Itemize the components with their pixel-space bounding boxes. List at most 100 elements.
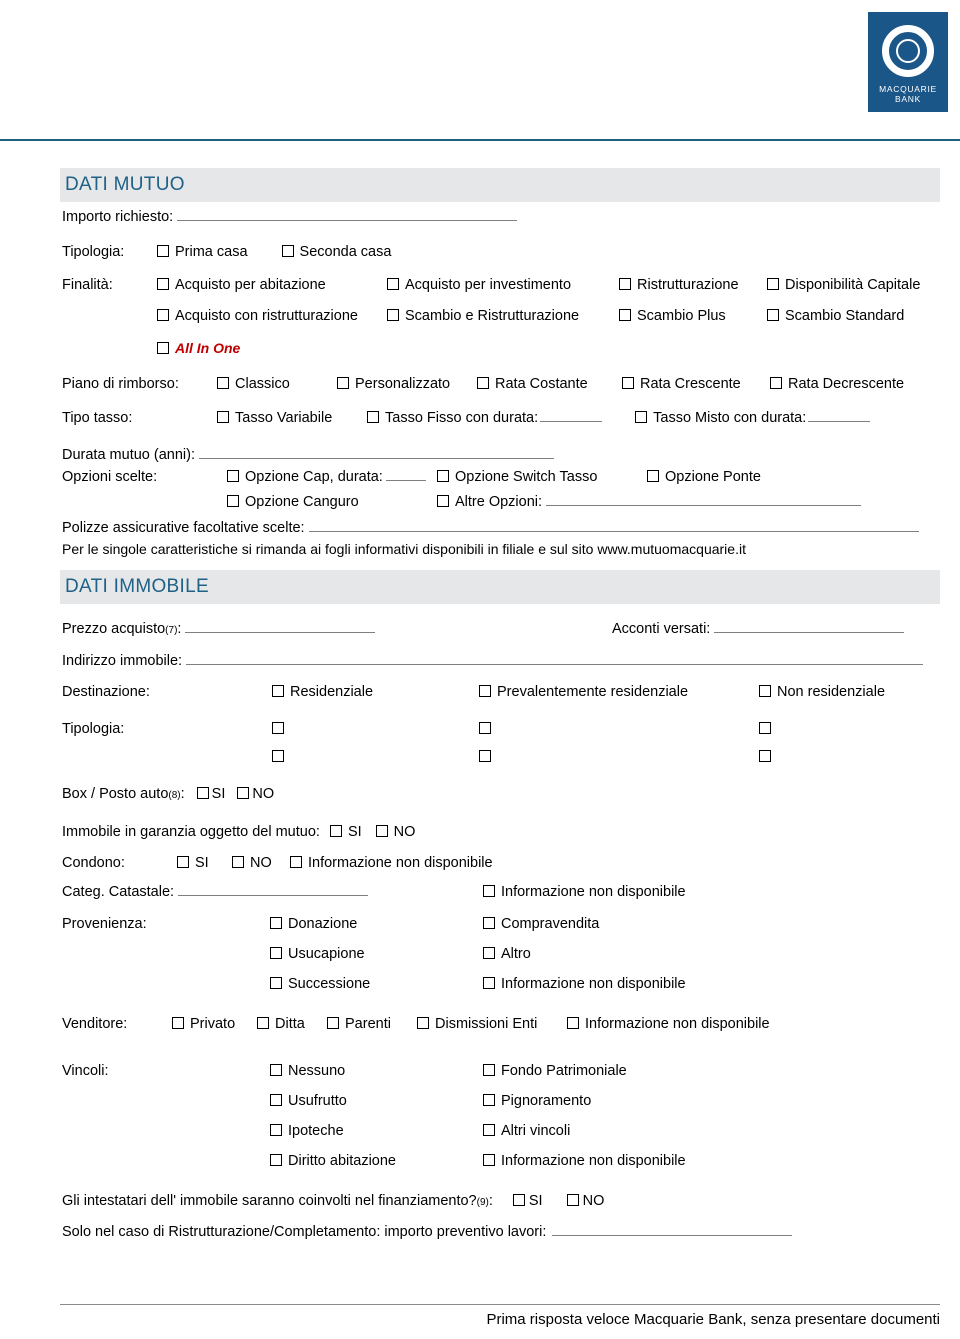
categ-input-line[interactable] — [178, 883, 369, 896]
checkbox-vincoli-usufrutto[interactable]: Usufrutto — [270, 1092, 347, 1110]
checkbox-icon[interactable] — [417, 1017, 429, 1029]
checkbox-icon[interactable] — [767, 278, 779, 290]
checkbox-classico[interactable]: Classico — [217, 375, 337, 393]
checkbox-icon[interactable] — [232, 856, 244, 868]
checkbox-rata-costante[interactable]: Rata Costante — [477, 375, 622, 393]
checkbox-vincoli-info-non-disponibile[interactable]: Informazione non disponibile — [483, 1152, 686, 1170]
checkbox-icon[interactable] — [437, 495, 449, 507]
checkbox-icon[interactable] — [483, 917, 495, 929]
checkbox-tipologia-5[interactable] — [479, 749, 759, 762]
checkbox-icon[interactable] — [566, 1194, 579, 1206]
checkbox-altro[interactable]: Altro — [483, 945, 531, 963]
checkbox-scambio-standard[interactable]: Scambio Standard — [767, 307, 904, 325]
checkbox-icon[interactable] — [272, 685, 284, 697]
checkbox-prima-casa[interactable]: Prima casa — [157, 243, 248, 261]
checkbox-icon[interactable] — [227, 470, 239, 482]
checkbox-rata-crescente[interactable]: Rata Crescente — [622, 375, 770, 393]
checkbox-opzione-canguro[interactable]: Opzione Canguro — [227, 493, 437, 511]
polizze-input-line[interactable] — [308, 519, 919, 532]
checkbox-icon[interactable] — [767, 309, 779, 321]
checkbox-icon[interactable] — [270, 947, 282, 959]
checkbox-icon[interactable] — [483, 1124, 495, 1136]
checkbox-altre-opzioni[interactable]: Altre Opzioni: — [437, 493, 862, 511]
checkbox-prevalentemente-residenziale[interactable]: Prevalentemente residenziale — [479, 683, 759, 701]
tasso-fisso-durata-line[interactable] — [540, 409, 603, 422]
checkbox-icon[interactable] — [635, 411, 648, 423]
checkbox-icon[interactable] — [157, 342, 169, 354]
checkbox-icon[interactable] — [622, 377, 634, 389]
checkbox-categ-info-non-disponibile[interactable]: Informazione non disponibile — [483, 883, 686, 901]
checkbox-icon[interactable] — [479, 685, 491, 697]
checkbox-icon[interactable] — [281, 245, 294, 257]
checkbox-icon[interactable] — [157, 245, 169, 257]
checkbox-icon[interactable] — [759, 722, 771, 734]
checkbox-donazione[interactable]: Donazione — [270, 915, 357, 933]
checkbox-condono-si[interactable]: SI — [177, 854, 232, 872]
altre-opzioni-line[interactable] — [546, 493, 862, 506]
checkbox-icon[interactable] — [270, 977, 282, 989]
checkbox-icon[interactable] — [483, 1154, 495, 1166]
checkbox-acquisto-con-ristrutturazione[interactable]: Acquisto con ristrutturazione — [157, 307, 387, 325]
checkbox-venditore-dismissioni-enti[interactable]: Dismissioni Enti — [417, 1015, 567, 1033]
checkbox-icon[interactable] — [567, 1017, 579, 1029]
checkbox-ristrutturazione[interactable]: Ristrutturazione — [619, 276, 767, 294]
checkbox-scambio-e-ristrutturazione[interactable]: Scambio e Ristrutturazione — [387, 307, 619, 325]
checkbox-icon[interactable] — [257, 1017, 269, 1029]
checkbox-garanzia-si[interactable]: SI — [329, 823, 362, 841]
checkbox-icon[interactable] — [619, 278, 631, 290]
checkbox-tasso-fisso[interactable]: Tasso Fisso con durata: — [367, 409, 603, 427]
checkbox-opzione-switch-tasso[interactable]: Opzione Switch Tasso — [437, 468, 647, 486]
checkbox-venditore-info-non-disponibile[interactable]: Informazione non disponibile — [567, 1015, 770, 1033]
checkbox-tipologia-2[interactable] — [479, 721, 759, 734]
checkbox-icon[interactable] — [759, 750, 771, 762]
checkbox-intestatari-no[interactable]: NO — [566, 1192, 604, 1210]
checkbox-residenziale[interactable]: Residenziale — [272, 683, 479, 701]
checkbox-icon[interactable] — [157, 278, 169, 290]
checkbox-icon[interactable] — [483, 977, 495, 989]
checkbox-venditore-ditta[interactable]: Ditta — [257, 1015, 327, 1033]
checkbox-icon[interactable] — [479, 722, 491, 734]
acconti-input-line[interactable] — [714, 620, 905, 633]
checkbox-icon[interactable] — [270, 917, 282, 929]
checkbox-icon[interactable] — [290, 856, 302, 868]
indirizzo-input-line[interactable] — [186, 652, 924, 665]
checkbox-icon[interactable] — [217, 411, 229, 423]
checkbox-vincoli-nessuno[interactable]: Nessuno — [270, 1062, 345, 1080]
prezzo-input-line[interactable] — [185, 620, 376, 633]
checkbox-condono-info-non-disponibile[interactable]: Informazione non disponibile — [290, 854, 493, 872]
checkbox-rata-decrescente[interactable]: Rata Decrescente — [770, 375, 904, 393]
checkbox-vincoli-altri[interactable]: Altri vincoli — [483, 1122, 570, 1140]
checkbox-icon[interactable] — [272, 722, 284, 734]
checkbox-successione[interactable]: Successione — [270, 975, 370, 993]
checkbox-icon[interactable] — [437, 470, 449, 482]
checkbox-icon[interactable] — [157, 309, 169, 321]
checkbox-opzione-cap[interactable]: Opzione Cap, durata: — [227, 468, 437, 486]
checkbox-icon[interactable] — [387, 309, 399, 321]
checkbox-icon[interactable] — [337, 377, 349, 389]
checkbox-icon[interactable] — [647, 470, 659, 482]
checkbox-tipologia-3[interactable] — [759, 721, 771, 734]
checkbox-icon[interactable] — [270, 1064, 282, 1076]
checkbox-vincoli-ipoteche[interactable]: Ipoteche — [270, 1122, 344, 1140]
checkbox-venditore-parenti[interactable]: Parenti — [327, 1015, 417, 1033]
checkbox-disponibilita-capitale[interactable]: Disponibilità Capitale — [767, 276, 920, 294]
checkbox-icon[interactable] — [619, 309, 631, 321]
checkbox-compravendita[interactable]: Compravendita — [483, 915, 599, 933]
checkbox-intestatari-si[interactable]: SI — [512, 1192, 543, 1210]
checkbox-icon[interactable] — [759, 685, 771, 697]
checkbox-vincoli-diritto-abitazione[interactable]: Diritto abitazione — [270, 1152, 396, 1170]
checkbox-seconda-casa[interactable]: Seconda casa — [281, 243, 391, 261]
checkbox-icon[interactable] — [479, 750, 491, 762]
checkbox-icon[interactable] — [172, 1017, 184, 1029]
checkbox-icon[interactable] — [483, 1064, 495, 1076]
checkbox-provenienza-info-non-disponibile[interactable]: Informazione non disponibile — [483, 975, 686, 993]
checkbox-icon[interactable] — [270, 1154, 282, 1166]
checkbox-venditore-privato[interactable]: Privato — [172, 1015, 257, 1033]
checkbox-icon[interactable] — [270, 1094, 282, 1106]
checkbox-acquisto-per-abitazione[interactable]: Acquisto per abitazione — [157, 276, 387, 294]
checkbox-garanzia-no[interactable]: NO — [375, 823, 415, 841]
checkbox-icon[interactable] — [270, 1124, 282, 1136]
checkbox-icon[interactable] — [367, 411, 379, 423]
checkbox-all-in-one[interactable]: All In One — [157, 339, 240, 357]
checkbox-vincoli-pignoramento[interactable]: Pignoramento — [483, 1092, 591, 1110]
